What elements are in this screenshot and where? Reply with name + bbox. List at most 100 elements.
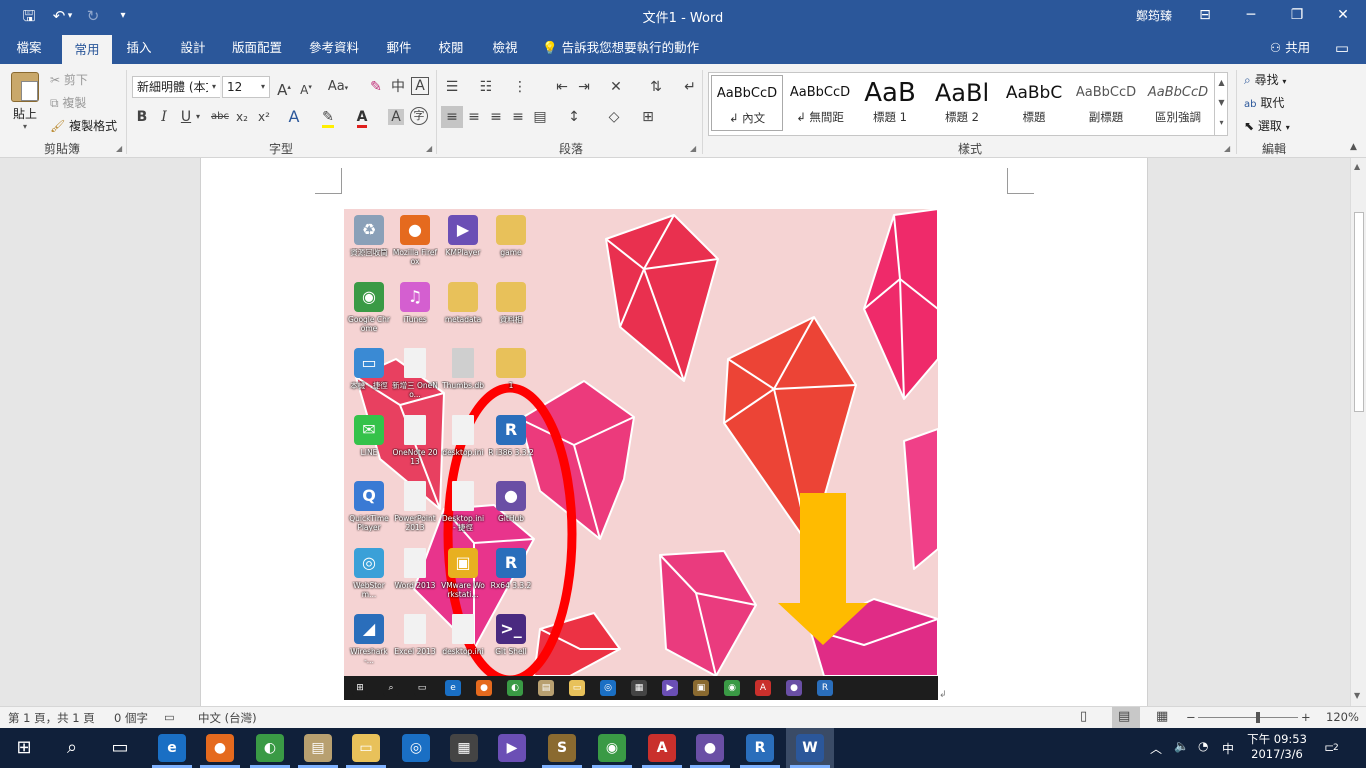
cut-button[interactable]: ✂ 剪下 <box>50 71 88 88</box>
character-shading-icon[interactable]: A <box>388 109 404 125</box>
font-name-box[interactable]: 新細明體 (本文 <box>132 76 220 98</box>
taskbar-store-icon[interactable]: ▦ <box>450 734 478 762</box>
subscript-button[interactable]: x₂ <box>232 107 252 127</box>
enclose-characters-icon[interactable]: 字 <box>410 107 428 125</box>
desktop-icon[interactable]: ♫ iTunes <box>392 281 438 333</box>
desktop-icon[interactable]: >_ Git Shell <box>488 614 534 665</box>
scroll-down-icon[interactable]: ▼ <box>1354 691 1360 700</box>
style-subtle-emphasis[interactable]: AaBbCcD 區別強調 <box>1142 75 1214 131</box>
bold-button[interactable]: B <box>132 107 152 127</box>
zoom-in-icon[interactable]: + <box>1301 710 1311 724</box>
font-name-dropdown-icon[interactable]: ▾ <box>208 77 220 97</box>
tab-home[interactable]: 常用 <box>62 35 112 64</box>
tell-me-box[interactable]: 💡 告訴我您想要執行的動作 <box>542 32 702 64</box>
print-layout-icon[interactable]: ▤ <box>1118 709 1130 724</box>
taskbar-task-view-icon[interactable]: ▭ <box>106 734 134 762</box>
proofing-icon[interactable]: ▭ <box>164 710 175 724</box>
web-layout-icon[interactable]: ▦ <box>1156 709 1168 724</box>
shrink-font-icon[interactable]: A▾ <box>296 77 316 97</box>
read-mode-icon[interactable]: ▯ <box>1080 709 1087 724</box>
paragraph-launcher-icon[interactable]: ◢ <box>690 144 696 153</box>
show-formatting-icon[interactable]: ↵ <box>680 77 700 97</box>
styles-down-icon[interactable]: ▼ <box>1215 93 1228 113</box>
network-icon[interactable]: ◔ <box>1198 739 1208 753</box>
style-no-spacing[interactable]: AaBbCcD ↲ 無間距 <box>784 75 856 131</box>
change-case-icon[interactable]: Aa▾ <box>324 77 352 97</box>
desktop-icon[interactable]: Excel 2013 <box>392 614 438 665</box>
text-direction-icon[interactable]: ✕ <box>606 77 626 97</box>
tab-insert[interactable]: 插入 <box>116 32 162 64</box>
tab-review[interactable]: 校閱 <box>428 32 474 64</box>
language-indicator[interactable]: 中文 (台灣) <box>198 710 257 726</box>
styles-up-icon[interactable]: ▲ <box>1215 73 1228 93</box>
clock[interactable]: 下午 09:53 2017/3/6 <box>1246 731 1308 761</box>
bullets-icon[interactable]: ☰ <box>442 77 462 97</box>
word-count[interactable]: 0 個字 <box>114 710 148 726</box>
taskbar-access-icon[interactable]: A <box>648 734 676 762</box>
taskbar-word-icon[interactable]: W <box>796 734 824 762</box>
desktop-icon[interactable]: Desktop.ini - 捷徑 <box>440 481 486 532</box>
desktop-icon[interactable]: desktop.ini <box>440 414 486 466</box>
grow-font-icon[interactable]: A▴ <box>274 77 294 99</box>
share-button[interactable]: ⚇ 共用 <box>1262 32 1318 64</box>
styles-more-icon[interactable]: ▾ <box>1215 113 1228 133</box>
taskbar-chrome-icon[interactable]: ◉ <box>598 734 626 762</box>
numbering-icon[interactable]: ☷ <box>476 77 496 97</box>
desktop-icon[interactable]: ✉ LINE <box>346 414 392 466</box>
highlight-icon[interactable]: ✎ <box>318 107 338 128</box>
taskbar-chrome-canary-icon[interactable]: ◐ <box>256 734 284 762</box>
save-icon[interactable]: 🖫 <box>18 5 40 27</box>
paste-button[interactable]: 貼上 ▾ <box>8 70 42 136</box>
strikethrough-button[interactable]: abc <box>210 107 230 127</box>
desktop-icon[interactable]: desktop.ini <box>440 614 486 665</box>
desktop-icon[interactable]: 新增三 OneNo... <box>392 348 438 399</box>
zoom-slider[interactable] <box>1198 712 1298 723</box>
font-launcher-icon[interactable]: ◢ <box>426 144 432 153</box>
action-center-icon[interactable]: ▭ 2 <box>1324 738 1339 756</box>
page-count[interactable]: 第 1 頁，共 1 頁 <box>8 710 95 726</box>
scroll-thumb[interactable] <box>1354 212 1364 412</box>
line-spacing-icon[interactable]: ↕ <box>564 107 584 127</box>
desktop-icon[interactable]: game <box>488 215 534 266</box>
customize-qat-icon[interactable]: ▾ <box>112 5 134 27</box>
tab-design[interactable]: 設計 <box>170 32 216 64</box>
desktop-icon[interactable]: R R i386 3.3.2 <box>488 414 534 466</box>
text-effects-icon[interactable]: A <box>284 107 304 127</box>
collapse-ribbon-icon[interactable]: ▲ <box>1350 142 1357 152</box>
select-button[interactable]: ⬉ 選取 ▾ <box>1244 117 1290 134</box>
desktop-icon[interactable]: Word 2013 <box>392 547 438 599</box>
desktop-icon[interactable]: PowerPoint 2013 <box>392 481 438 532</box>
style-title[interactable]: AaBbC 標題 <box>998 75 1070 131</box>
desktop-icon[interactable]: ◢ Wireshark -... <box>346 614 392 665</box>
desktop-icon[interactable]: ● Mozilla Firefox <box>392 215 438 266</box>
zoom-slider-thumb[interactable] <box>1256 712 1260 723</box>
desktop-icon[interactable]: OneNote 2013 <box>392 414 438 466</box>
sort-icon[interactable]: ⇅ <box>646 77 666 97</box>
desktop-icon[interactable]: Thumbs.db <box>440 348 486 399</box>
desktop-icon[interactable]: ▣ VMware Workstati... <box>440 547 486 599</box>
desktop-icon[interactable]: ◉ Google Chrome <box>346 281 392 333</box>
desktop-icon[interactable]: R Rx64 3.3.2 <box>488 547 534 599</box>
desktop-icon[interactable]: ◎ WebStorm... <box>346 547 392 599</box>
user-name[interactable]: 鄭筠臻 <box>1136 7 1172 24</box>
document-page[interactable]: ♻ 資源回收筒 ● Mozilla Firefox ▶ KMPlayer game ◉ Goog… <box>200 158 1148 706</box>
desktop-icon[interactable]: 1 <box>488 348 534 399</box>
taskbar-start-icon[interactable]: ⊞ <box>10 734 38 762</box>
tab-file[interactable]: 檔案 <box>4 32 54 64</box>
undo-dropdown-icon[interactable]: ▾ <box>64 5 76 27</box>
minimize-button[interactable]: ─ <box>1228 0 1274 32</box>
find-button[interactable]: ⌕ 尋找 ▾ <box>1244 71 1286 88</box>
style-normal[interactable]: AaBbCcD ↲ 內文 <box>711 75 783 131</box>
tab-view[interactable]: 檢視 <box>482 32 528 64</box>
restore-button[interactable]: ❐ <box>1274 0 1320 32</box>
font-size-dropdown-icon[interactable]: ▾ <box>257 77 269 97</box>
copy-button[interactable]: ⧉ 複製 <box>50 94 86 111</box>
taskbar-sublime-icon[interactable]: S <box>548 734 576 762</box>
font-color-icon[interactable]: A <box>352 107 372 128</box>
decrease-indent-icon[interactable]: ⇤ <box>552 77 572 97</box>
distributed-icon[interactable]: ▤ <box>530 107 550 127</box>
underline-dropdown-icon[interactable]: ▾ <box>193 107 203 127</box>
tab-layout[interactable]: 版面配置 <box>224 32 290 64</box>
character-border-icon[interactable]: A <box>411 77 429 95</box>
vertical-scrollbar[interactable]: ▲ ▼ <box>1350 158 1366 706</box>
